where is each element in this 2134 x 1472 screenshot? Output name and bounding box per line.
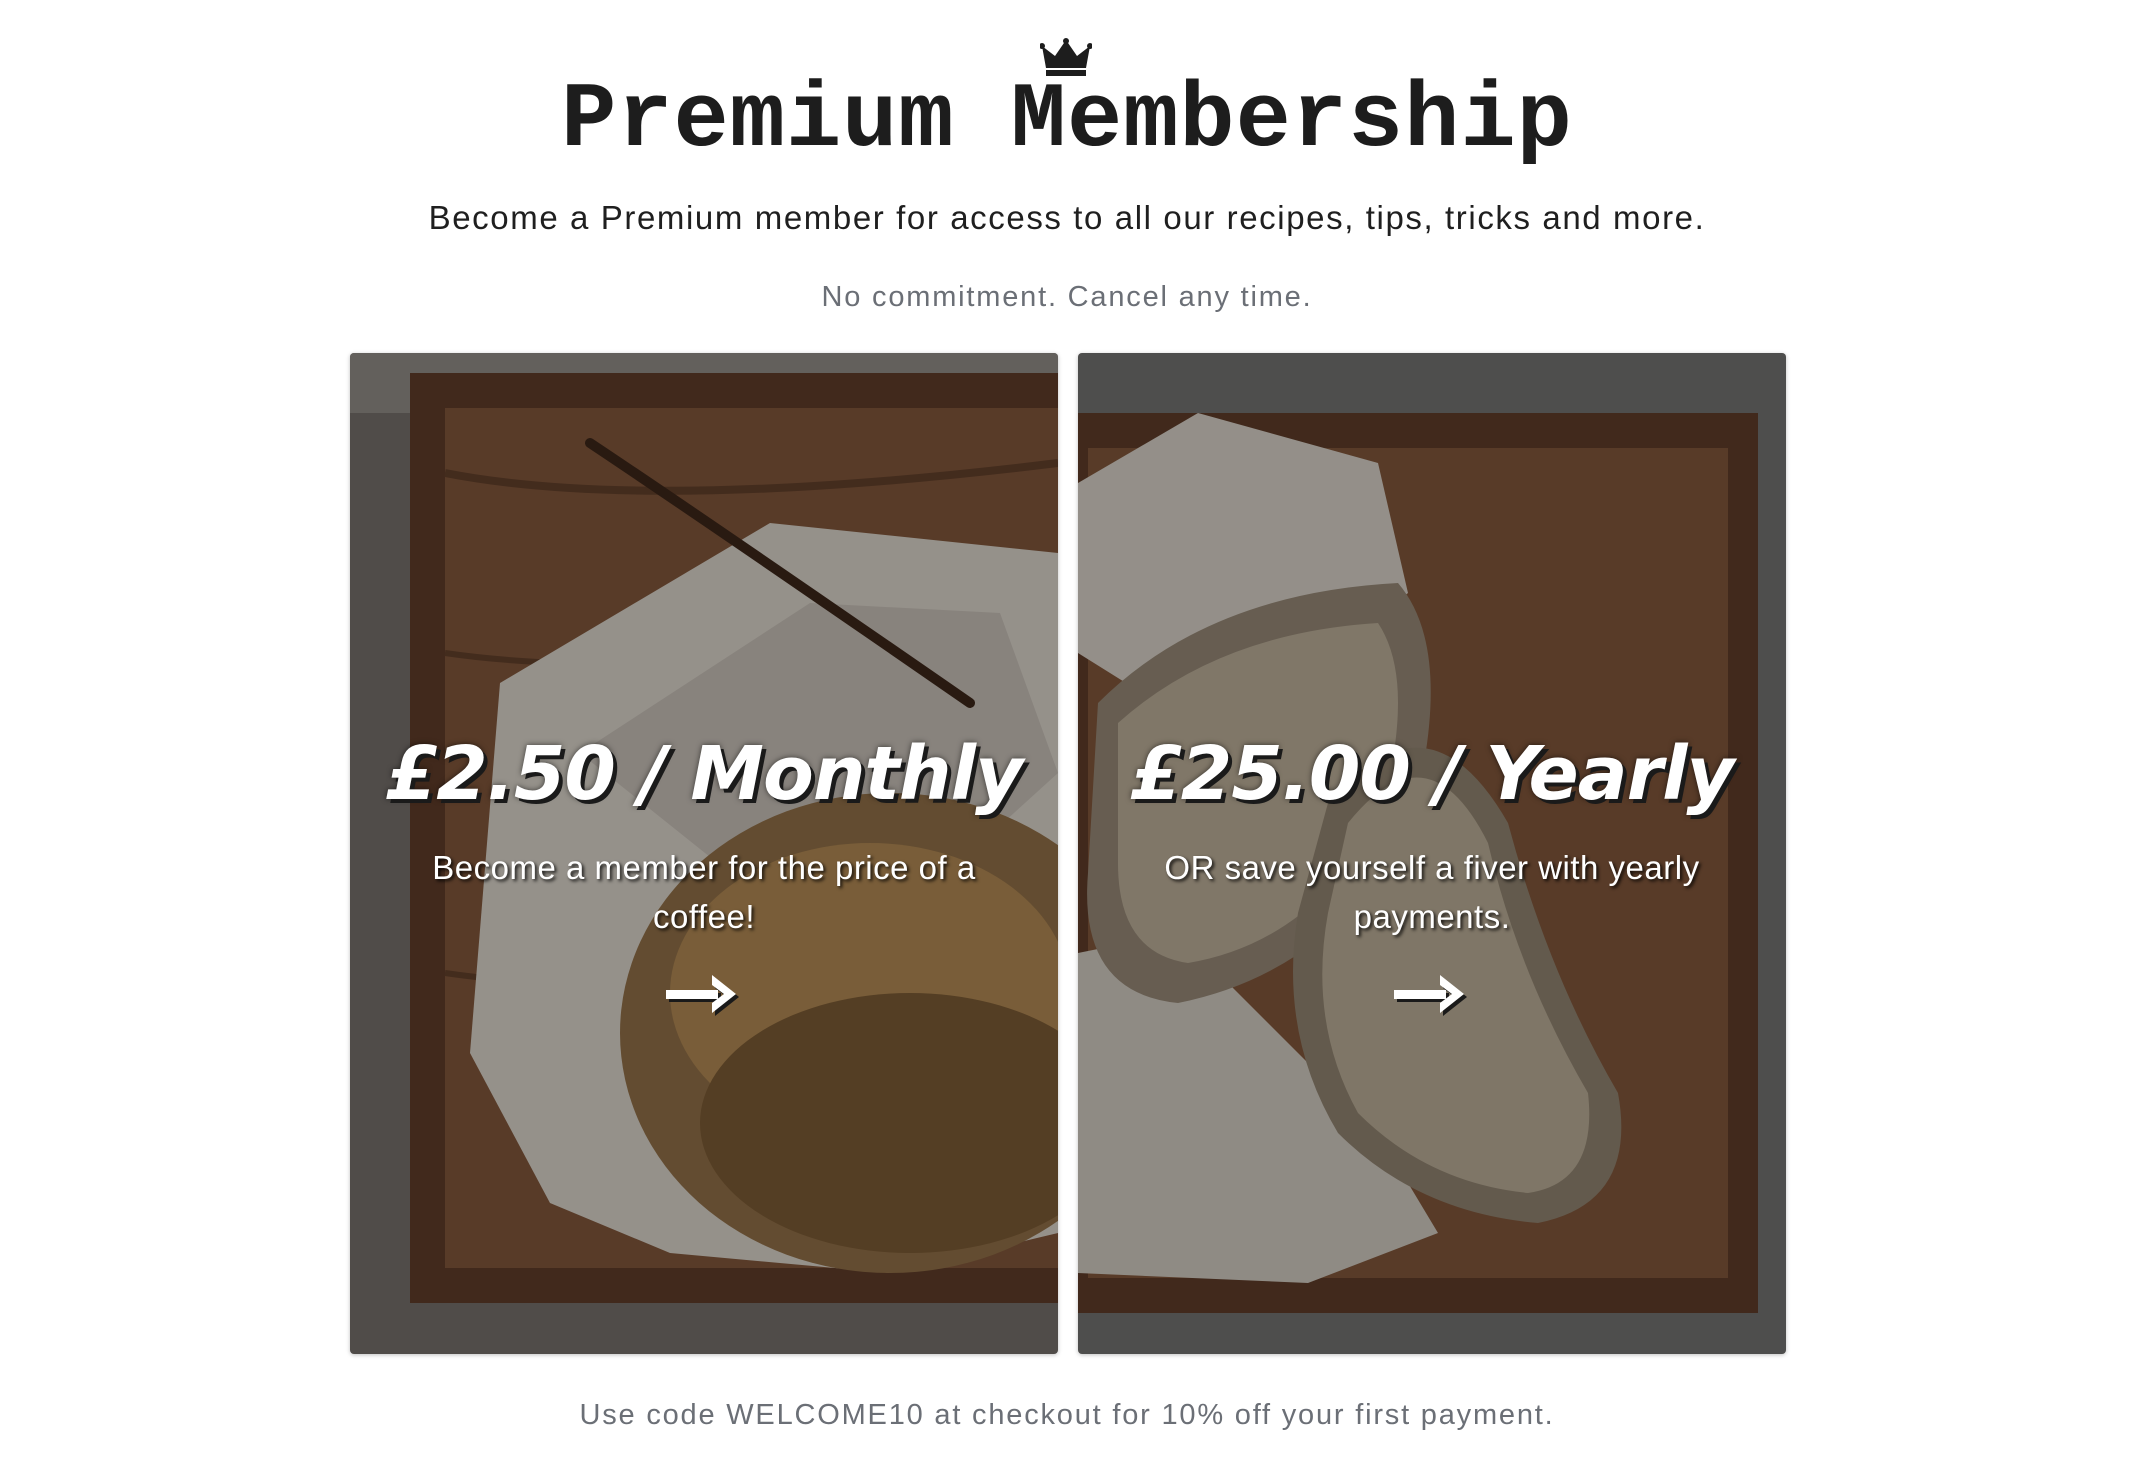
arrow-right-icon[interactable] — [666, 975, 742, 1019]
page-title: Premium Membership — [561, 68, 1573, 173]
monthly-plan-card[interactable]: £2.50 / Monthly Become a member for the … — [350, 353, 1058, 1354]
membership-page: Premium Membership Become a Premium memb… — [0, 0, 2134, 1472]
arrow-right-icon[interactable] — [1394, 975, 1470, 1019]
plan-description: Become a member for the price of a coffe… — [432, 849, 976, 935]
plan-price: £2.50 / Monthly — [385, 731, 1023, 817]
yearly-plan-card[interactable]: £25.00 / Yearly OR save yourself a fiver… — [1078, 353, 1786, 1354]
promo-code-note: Use code WELCOME10 at checkout for 10% o… — [579, 1399, 1555, 1431]
page-subtitle: Become a Premium member for access to al… — [428, 199, 1706, 236]
commitment-note: No commitment. Cancel any time. — [821, 281, 1313, 313]
plan-price: £25.00 / Yearly — [1130, 731, 1734, 817]
plan-description: OR save yourself a fiver with yearly pay… — [1164, 849, 1700, 935]
